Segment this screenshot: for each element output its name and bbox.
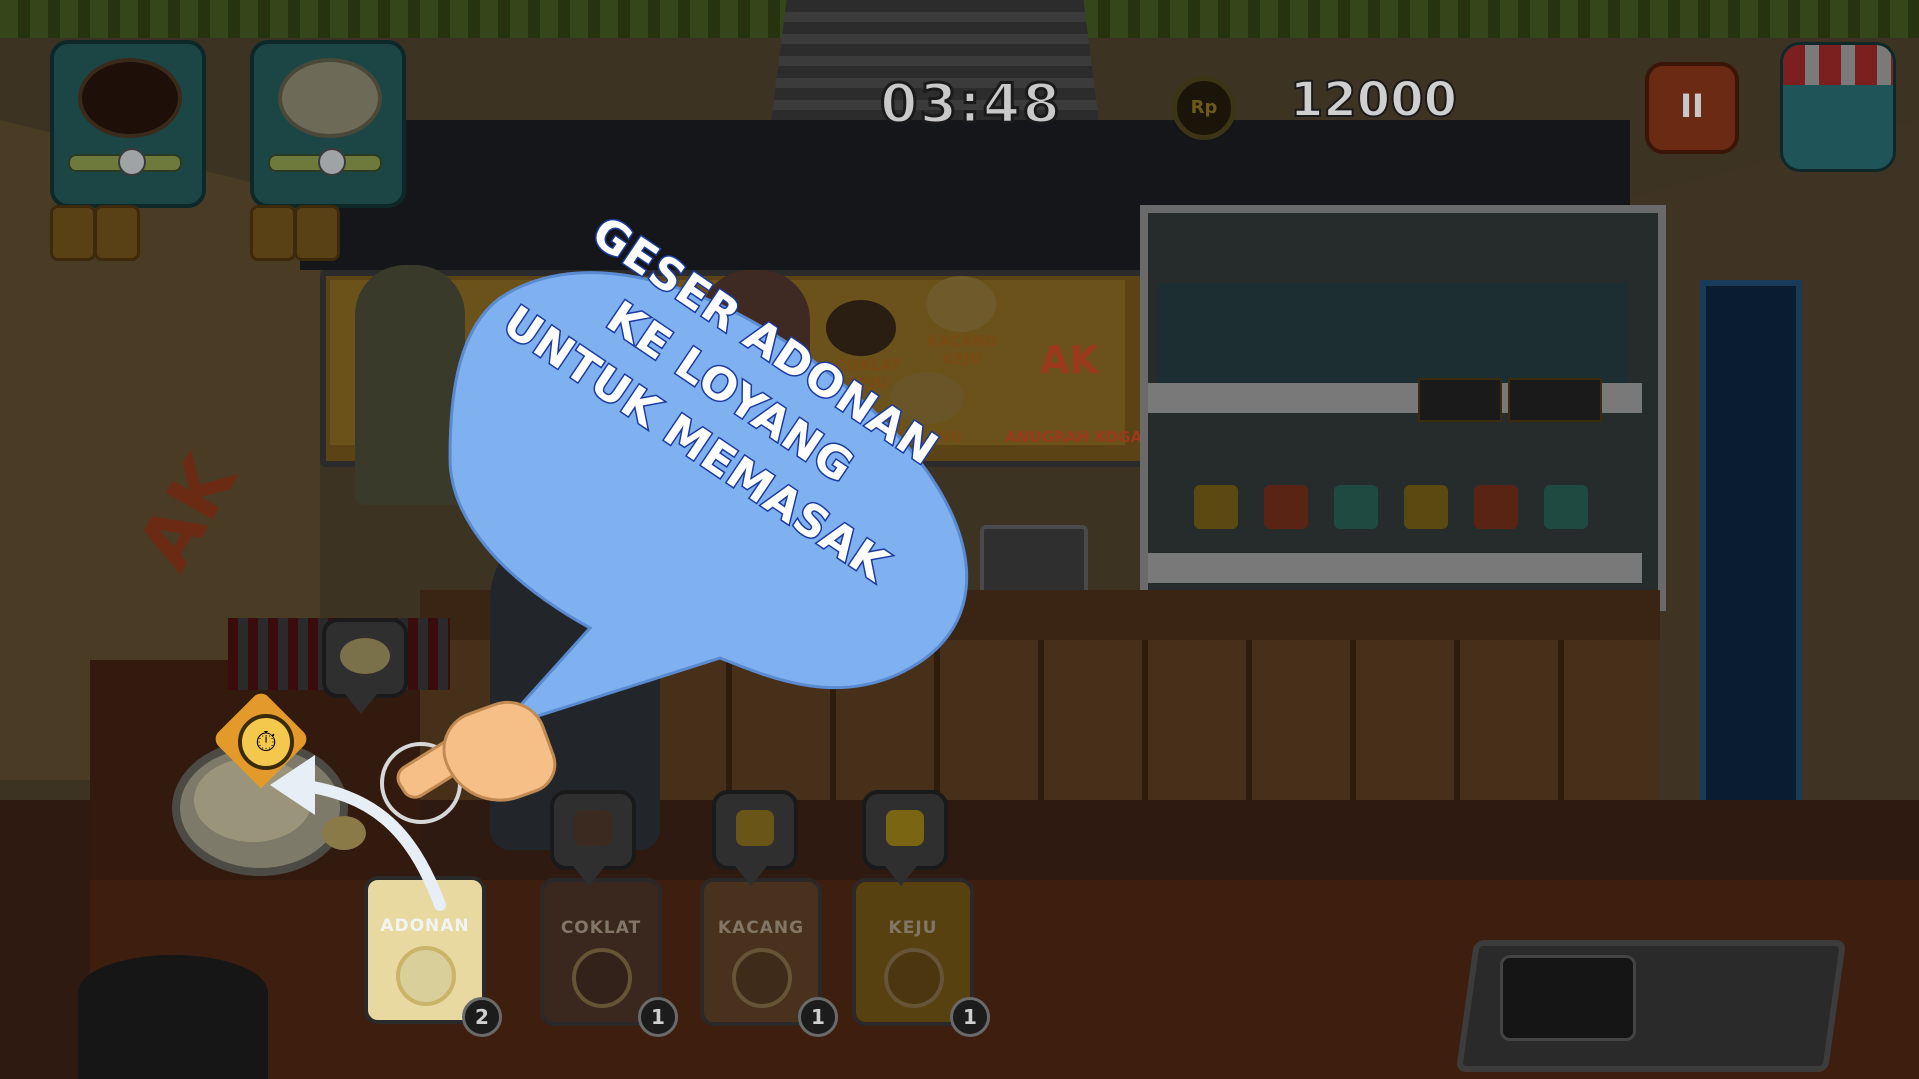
topping-tray-dough-icon <box>50 205 96 261</box>
shop-button[interactable] <box>1780 42 1896 172</box>
ingredient-bubble <box>550 790 636 870</box>
showcase-shelf <box>1148 553 1642 583</box>
ingredient-count-badge: 1 <box>638 997 678 1037</box>
ingredient-bubble-tail <box>735 866 767 886</box>
topping-tray-cheese-icon <box>294 205 340 261</box>
chocolate-icon <box>572 948 632 1008</box>
box-icon <box>1508 378 1602 422</box>
martabak-plain-icon <box>278 58 382 138</box>
banner-logo: AK <box>1040 338 1099 382</box>
jar-icon <box>1544 485 1588 529</box>
peanut-icon <box>732 948 792 1008</box>
ingredient-count-badge: 2 <box>462 997 502 1037</box>
dough-icon <box>340 638 390 674</box>
box-icon <box>1418 378 1502 422</box>
display-showcase <box>1140 205 1666 611</box>
griddle-panel-1[interactable] <box>50 40 206 208</box>
trash-bin[interactable] <box>78 955 268 1079</box>
dough-icon <box>396 946 456 1006</box>
ingredient-count-badge: 1 <box>950 997 990 1037</box>
ingredient-label: KACANG <box>717 918 805 938</box>
griddle-panel-2[interactable] <box>250 40 406 208</box>
order-bubble-tail <box>345 694 377 714</box>
jar-icon <box>1404 485 1448 529</box>
cheese-icon <box>886 810 924 846</box>
banner-brand: ANUGRAH KOGA <box>1005 428 1143 446</box>
peanut-icon <box>736 810 774 846</box>
heat-slider-knob[interactable] <box>318 148 346 176</box>
jar-icon <box>1264 485 1308 529</box>
pause-button[interactable]: II <box>1645 62 1739 154</box>
sink-basin <box>1500 955 1636 1041</box>
jar-icon <box>1334 485 1378 529</box>
showcase-glass <box>1158 283 1628 383</box>
ingredient-label: COKLAT <box>560 918 642 938</box>
coin-icon: Rp <box>1172 76 1236 140</box>
order-bubble <box>322 618 408 698</box>
jar-icon <box>1194 485 1238 529</box>
ingredient-bubble <box>862 790 948 870</box>
countdown-timer: 03:48 <box>879 71 1062 137</box>
topping-tray-dough-icon <box>250 205 296 261</box>
ingredient-count-badge: 1 <box>798 997 838 1037</box>
ingredient-bubble-tail <box>885 866 917 886</box>
game-scene: NUGRAH KOGA COKLAT KEJU KACANG KEJU KACA… <box>0 0 1919 1079</box>
shop-awning-icon <box>1783 45 1893 85</box>
chocolate-icon <box>574 810 612 846</box>
martabak-coklat-icon <box>78 58 182 138</box>
cheese-icon <box>884 948 944 1008</box>
ingredient-label: ADONAN <box>380 916 470 936</box>
ingredient-bubble-tail <box>573 866 605 886</box>
jar-icon <box>1474 485 1518 529</box>
money-counter: 12000 <box>1289 71 1458 129</box>
ingredient-bubble <box>712 790 798 870</box>
heat-slider-knob[interactable] <box>118 148 146 176</box>
topping-tray-chocolate-icon <box>94 205 140 261</box>
ingredient-label: KEJU <box>888 918 938 938</box>
